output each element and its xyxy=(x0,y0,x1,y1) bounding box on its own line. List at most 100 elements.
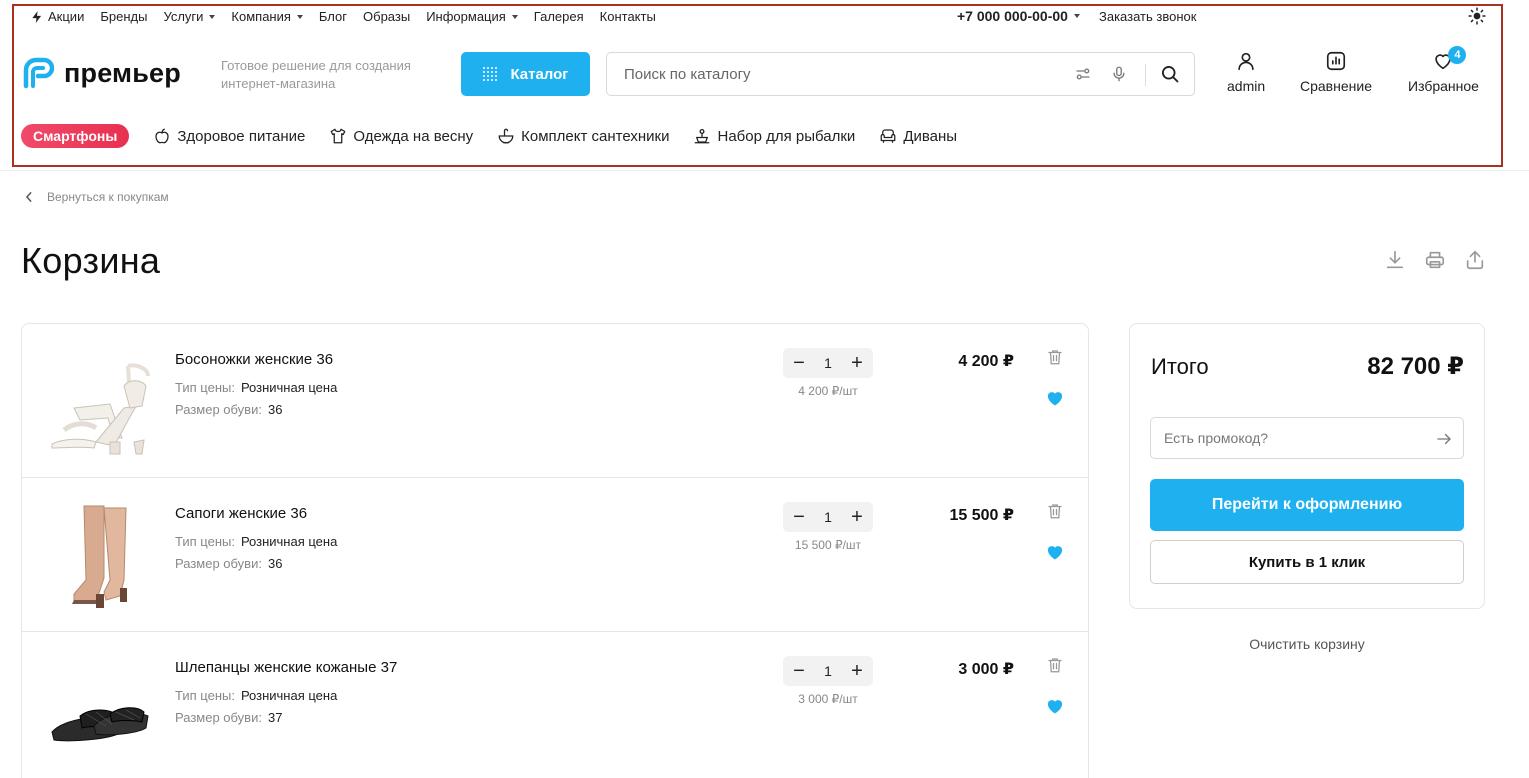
chevron-down-icon xyxy=(511,14,518,19)
increase-button[interactable]: + xyxy=(849,353,865,373)
favorites-count-badge: 4 xyxy=(1448,46,1467,64)
trash-icon[interactable] xyxy=(1046,656,1064,674)
top-nav-looks[interactable]: Образы xyxy=(363,9,410,24)
product-name[interactable]: Шлепанцы женские кожаные 37 xyxy=(175,659,397,676)
search-icon[interactable] xyxy=(1160,64,1180,84)
category-bar: Смартфоны Здоровое питание Одежда на вес… xyxy=(21,124,957,148)
chevron-down-icon xyxy=(209,14,216,19)
top-nav-info[interactable]: Информация xyxy=(426,9,518,24)
logo[interactable]: премьер xyxy=(20,56,181,90)
promo-code-input[interactable] xyxy=(1151,418,1421,458)
sink-icon xyxy=(498,128,514,144)
callback-link[interactable]: Заказать звонок xyxy=(1099,9,1196,24)
account-button[interactable]: admin xyxy=(1227,50,1265,94)
product-name[interactable]: Босоножки женские 36 xyxy=(175,351,333,368)
chevron-down-icon xyxy=(296,14,303,19)
decrease-button[interactable]: − xyxy=(791,507,807,527)
top-nav-label: Акции xyxy=(48,9,85,24)
heart-filled-icon[interactable] xyxy=(1045,388,1065,408)
unit-price: 4 200 ₽/шт xyxy=(798,384,858,398)
phone-number[interactable]: +7 000 000-00-00 xyxy=(957,8,1080,24)
trash-icon[interactable] xyxy=(1046,502,1064,520)
microphone-icon[interactable] xyxy=(1110,65,1128,83)
trash-icon[interactable] xyxy=(1046,348,1064,366)
back-label: Вернуться к покупкам xyxy=(47,190,169,204)
product-image-sandals[interactable] xyxy=(44,346,154,456)
item-price: 4 200 ₽ xyxy=(958,353,1014,370)
back-to-shopping-link[interactable]: Вернуться к покупкам xyxy=(25,190,169,204)
top-nav-contacts[interactable]: Контакты xyxy=(600,9,656,24)
top-nav-company[interactable]: Компания xyxy=(231,9,303,24)
price-type-row: Тип цены: Розничная цена xyxy=(175,534,337,549)
chevron-down-icon xyxy=(1073,14,1080,18)
category-pill-smartphones[interactable]: Смартфоны xyxy=(21,124,130,148)
logo-text: премьер xyxy=(64,57,181,88)
category-healthy-food[interactable]: Здоровое питание xyxy=(153,127,305,145)
checkout-button[interactable]: Перейти к оформлению xyxy=(1150,479,1464,531)
favorites-button[interactable]: 4 Избранное xyxy=(1408,46,1479,94)
compare-chart-icon xyxy=(1326,51,1346,71)
prop-value: Розничная цена xyxy=(240,534,338,549)
category-label: Одежда на весну xyxy=(353,127,474,145)
print-icon[interactable] xyxy=(1424,249,1446,271)
quantity-value[interactable]: 1 xyxy=(824,509,832,525)
prop-value: Розничная цена xyxy=(240,380,338,395)
quantity-stepper: − 1 + xyxy=(783,502,873,532)
buy-one-click-button[interactable]: Купить в 1 клик xyxy=(1150,540,1464,584)
top-nav-blog[interactable]: Блог xyxy=(319,9,347,24)
search-box xyxy=(606,52,1195,96)
item-price: 15 500 ₽ xyxy=(949,507,1014,524)
catalog-button[interactable]: Каталог xyxy=(461,52,590,96)
top-nav-brands[interactable]: Бренды xyxy=(100,9,147,24)
category-spring-clothes[interactable]: Одежда на весну xyxy=(329,127,473,145)
sun-icon[interactable] xyxy=(1468,7,1486,25)
product-name[interactable]: Сапоги женские 36 xyxy=(175,505,307,522)
quantity-value[interactable]: 1 xyxy=(824,355,832,371)
top-nav-label: Контакты xyxy=(599,9,656,24)
prop-label: Размер обуви: xyxy=(175,402,262,417)
product-image-boots[interactable] xyxy=(44,500,154,610)
search-input[interactable] xyxy=(607,53,1057,95)
prop-label: Размер обуви: xyxy=(175,556,262,571)
top-nav: Акции Бренды Услуги Компания Блог Образы… xyxy=(30,9,656,24)
favorites-icon-wrap: 4 xyxy=(1432,46,1467,72)
catalog-label: Каталог xyxy=(510,65,569,83)
top-nav-label: Информация xyxy=(426,9,506,24)
decrease-button[interactable]: − xyxy=(791,661,807,681)
top-nav-gallery[interactable]: Галерея xyxy=(534,9,584,24)
arrow-right-icon[interactable] xyxy=(1435,430,1453,448)
heart-filled-icon[interactable] xyxy=(1045,542,1065,562)
cart-tools xyxy=(1384,249,1486,271)
increase-button[interactable]: + xyxy=(849,661,865,681)
prop-value: 36 xyxy=(267,402,283,417)
top-nav-promotions[interactable]: Акции xyxy=(30,9,84,24)
size-row: Размер обуви: 37 xyxy=(175,710,282,725)
quantity-value[interactable]: 1 xyxy=(824,663,832,679)
filter-sliders-icon[interactable] xyxy=(1074,65,1092,83)
tagline: Готовое решение для создания интернет-ма… xyxy=(221,58,411,91)
top-nav-label: Компания xyxy=(231,9,291,24)
increase-button[interactable]: + xyxy=(849,507,865,527)
decrease-button[interactable]: − xyxy=(791,353,807,373)
apple-icon xyxy=(155,128,169,144)
top-nav-services[interactable]: Услуги xyxy=(163,9,216,24)
clear-cart-link[interactable]: Очистить корзину xyxy=(1129,636,1485,652)
favorites-label: Избранное xyxy=(1408,78,1479,94)
prop-label: Тип цены: xyxy=(175,688,235,703)
total-value: 82 700 ₽ xyxy=(1367,353,1464,380)
compare-button[interactable]: Сравнение xyxy=(1300,50,1372,94)
heart-filled-icon[interactable] xyxy=(1045,696,1065,716)
product-image-slides[interactable] xyxy=(44,654,154,764)
size-row: Размер обуви: 36 xyxy=(175,402,282,417)
share-icon[interactable] xyxy=(1464,249,1486,271)
category-fishing-kit[interactable]: Набор для рыбалки xyxy=(693,127,855,145)
fishing-icon xyxy=(695,128,710,144)
grid-dots-icon xyxy=(483,67,498,81)
user-icon xyxy=(1238,52,1254,71)
category-sofas[interactable]: Диваны xyxy=(879,127,957,145)
download-icon[interactable] xyxy=(1384,249,1406,271)
account-label: admin xyxy=(1227,78,1266,94)
order-summary: Итого 82 700 ₽ Перейти к оформлению Купи… xyxy=(1129,323,1485,609)
category-plumbing-set[interactable]: Комплект сантехники xyxy=(497,127,669,145)
price-type-row: Тип цены: Розничная цена xyxy=(175,688,337,703)
